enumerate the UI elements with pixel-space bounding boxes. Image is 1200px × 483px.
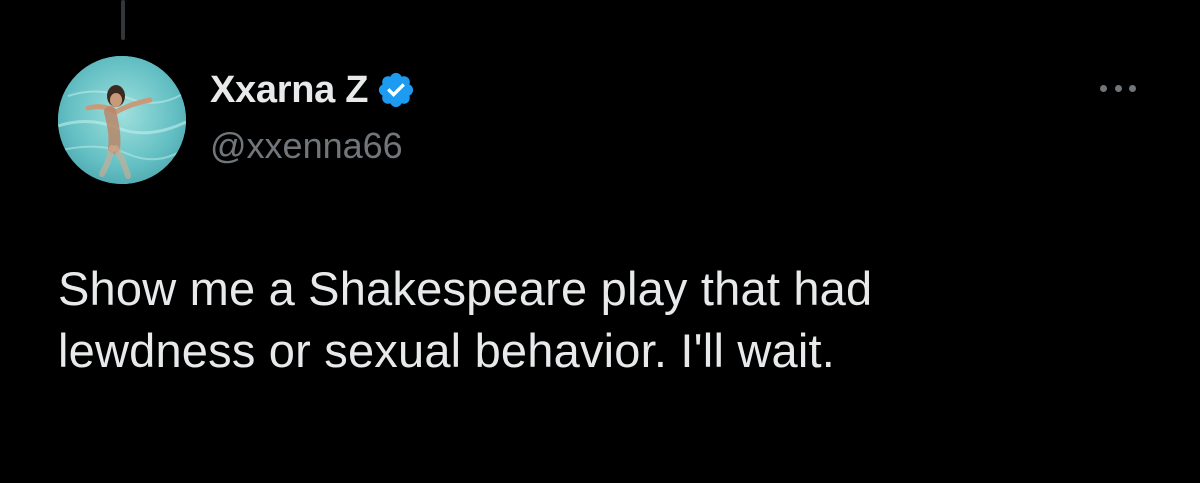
swimmer-avatar-icon [58, 56, 186, 184]
author-display-name[interactable]: Xxarna Z [210, 66, 368, 114]
author-name-row: Xxarna Z [210, 66, 416, 114]
more-options-icon [1100, 84, 1136, 92]
verified-badge-icon [376, 70, 416, 110]
more-options-button[interactable] [1094, 76, 1142, 100]
tweet-text: Show me a Shakespeare play that had lewd… [58, 262, 873, 377]
thread-connector-line [121, 0, 125, 40]
author-handle[interactable]: @xxenna66 [210, 124, 403, 168]
avatar[interactable] [58, 56, 186, 184]
tweet: Xxarna Z @xxenna66 Show me a Shakespeare… [0, 0, 1200, 483]
